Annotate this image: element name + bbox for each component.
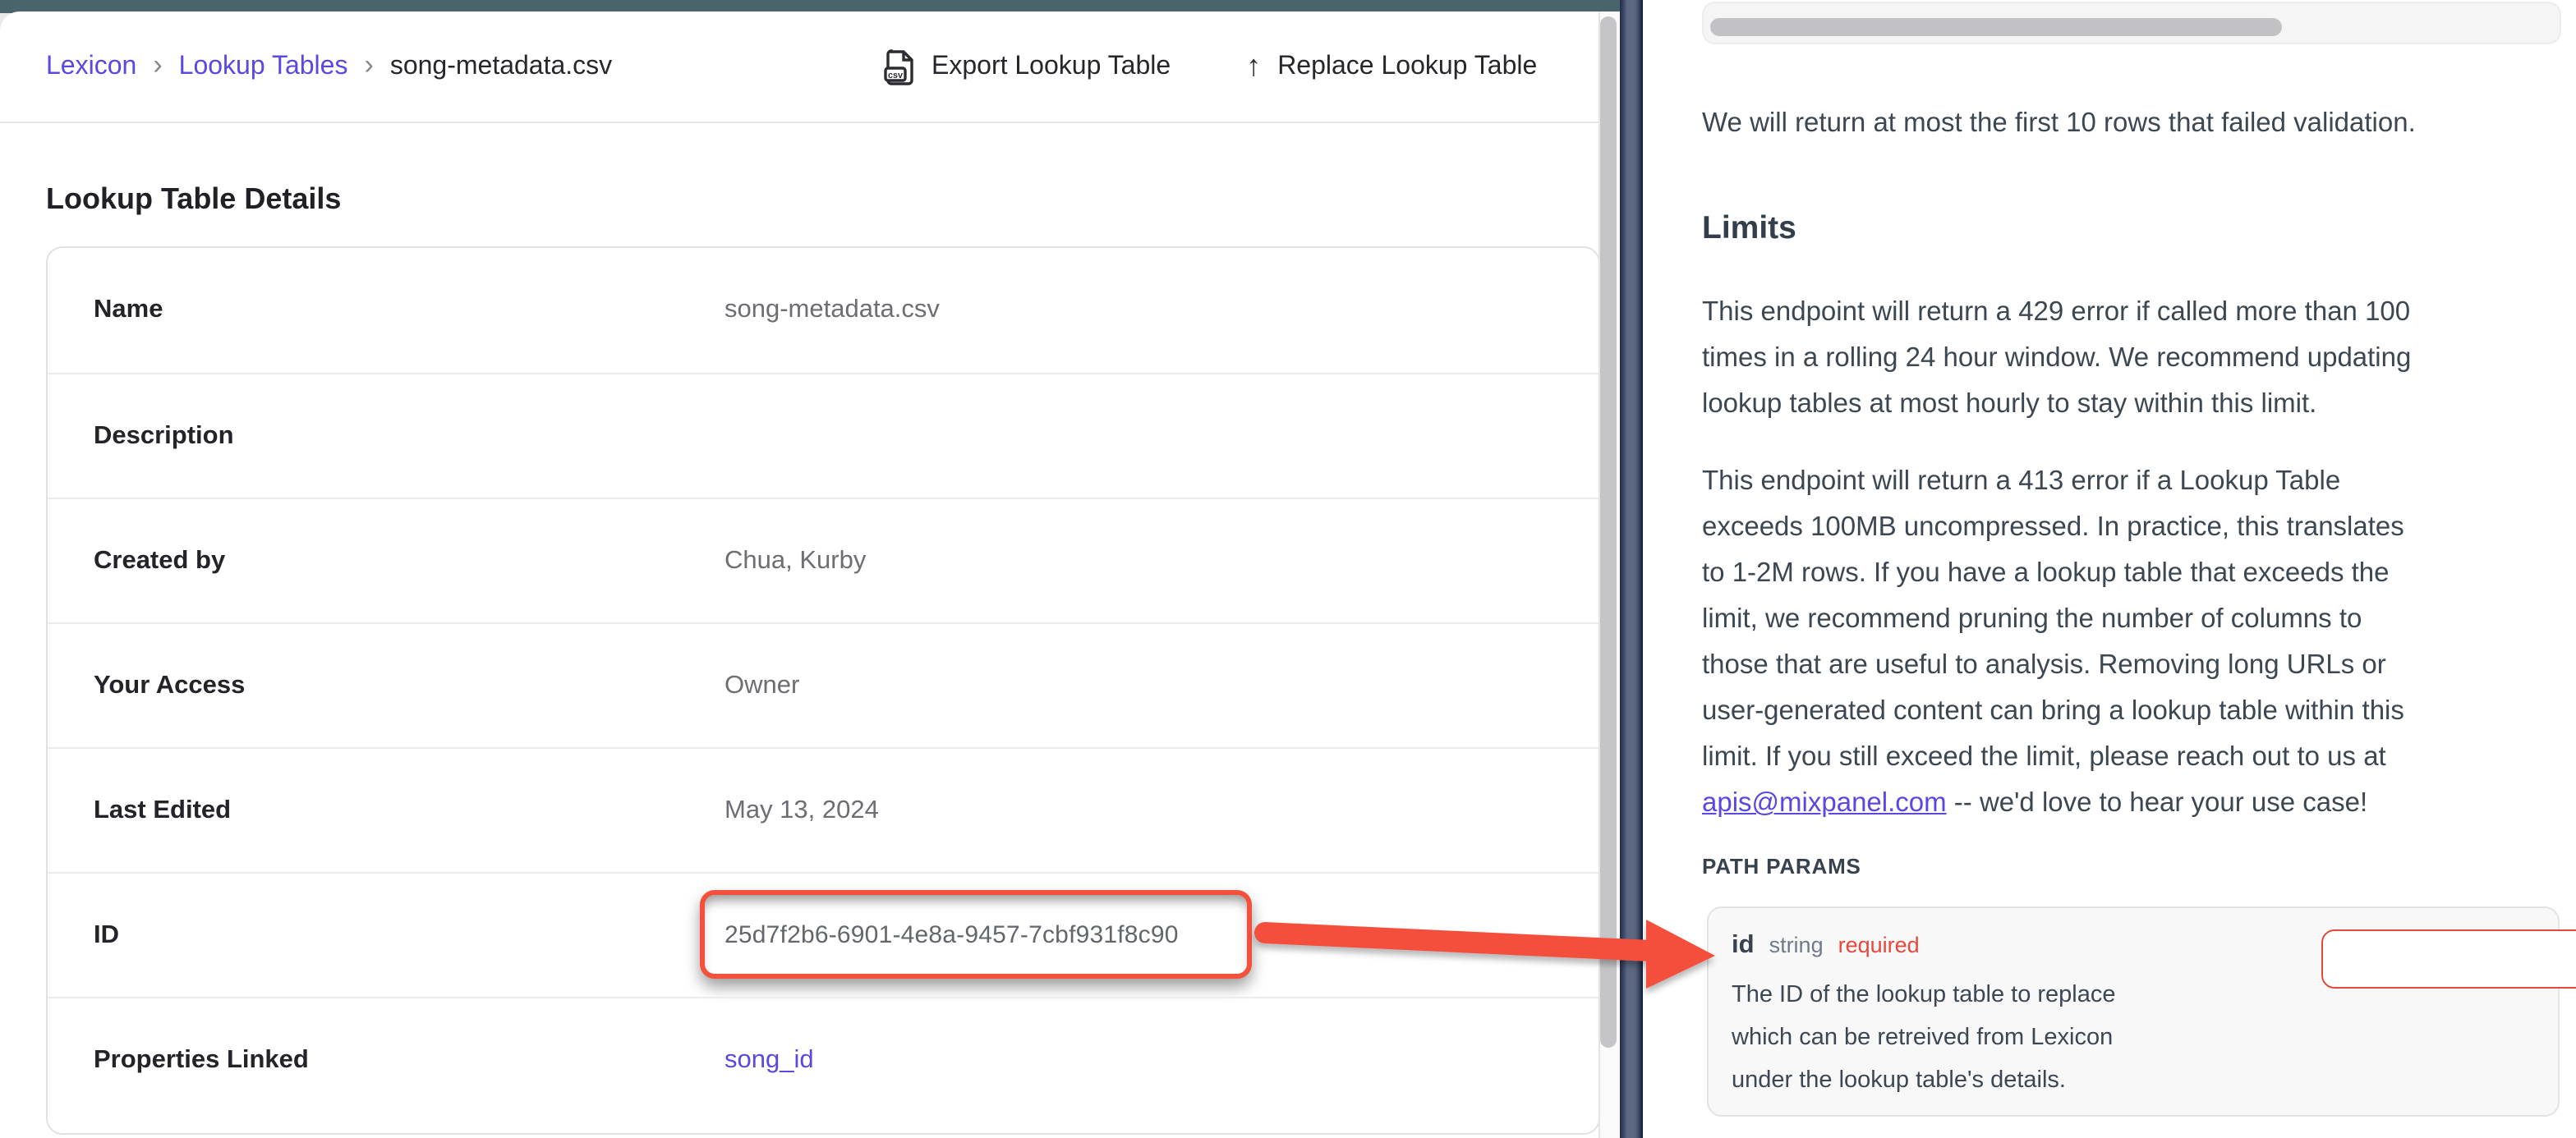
paragraph-line: under the lookup table's details.: [1732, 1059, 2241, 1102]
param-header: id string required: [1732, 931, 1920, 961]
row-label: Description: [94, 421, 724, 451]
paragraph-line: to 1-2M rows. If you have a lookup table…: [1702, 550, 2404, 596]
row-label: Properties Linked: [94, 1045, 724, 1075]
song-id-property-link[interactable]: song_id: [724, 1045, 814, 1075]
paragraph-line: times in a rolling 24 hour window. We re…: [1702, 335, 2411, 381]
paragraph-line: lookup tables at most hourly to stay wit…: [1702, 381, 2411, 427]
id-param-input[interactable]: [2321, 929, 2576, 989]
screenshot-root: Lexicon › Lookup Tables › song-metadata.…: [0, 0, 2576, 1138]
row-label: Name: [94, 296, 724, 325]
row-value: May 13, 2024: [724, 796, 879, 825]
detail-row-id: ID 25d7f2b6-6901-4e8a-9457-7cbf931f8c90: [48, 872, 1598, 997]
horizontal-scrollbar-thumb[interactable]: [1710, 18, 2282, 36]
docs-intro-line: We will return at most the first 10 rows…: [1702, 108, 2416, 140]
export-lookup-table-button[interactable]: csv Export Lookup Table: [884, 48, 1171, 85]
row-label: Your Access: [94, 671, 724, 700]
limits-paragraph-2: This endpoint will return a 413 error if…: [1702, 458, 2404, 826]
row-value: Chua, Kurby: [724, 546, 866, 576]
mixpanel-email-link[interactable]: apis@mixpanel.com: [1702, 788, 1947, 818]
paragraph-line: This endpoint will return a 429 error if…: [1702, 289, 2411, 335]
breadcrumb-link-lookup-tables[interactable]: Lookup Tables: [179, 52, 348, 81]
param-required-badge: required: [1838, 933, 1920, 957]
toolbar: csv Export Lookup Table ↑ Replace Lookup…: [884, 11, 1537, 122]
param-type: string: [1769, 933, 1824, 957]
red-highlight-annotation: 25d7f2b6-6901-4e8a-9457-7cbf931f8c90: [700, 890, 1252, 979]
paragraph-tail: -- we'd love to hear your use case!: [1947, 788, 2368, 818]
limits-paragraph-1: This endpoint will return a 429 error if…: [1702, 289, 2411, 427]
paragraph-line: limit. If you still exceed the limit, pl…: [1702, 734, 2404, 780]
id-param-card: id string required The ID of the lookup …: [1707, 906, 2560, 1117]
row-value: Owner: [724, 671, 799, 700]
paragraph-line: those that are useful to analysis. Remov…: [1702, 642, 2404, 688]
page-title: Lookup Table Details: [46, 182, 341, 217]
export-button-label: Export Lookup Table: [932, 52, 1171, 81]
csv-file-icon: csv: [884, 48, 915, 85]
replace-lookup-table-button[interactable]: ↑ Replace Lookup Table: [1246, 49, 1537, 84]
paragraph-line: apis@mixpanel.com -- we'd love to hear y…: [1702, 780, 2404, 826]
path-params-heading: PATH PARAMS: [1702, 854, 1861, 879]
row-value: song-metadata.csv: [724, 296, 940, 325]
svg-text:csv: csv: [888, 70, 903, 80]
chevron-right-icon: ›: [153, 51, 162, 79]
detail-row-your-access: Your Access Owner: [48, 622, 1598, 747]
detail-row-created-by: Created by Chua, Kurby: [48, 498, 1598, 622]
chevron-right-icon: ›: [364, 51, 373, 79]
paragraph-line: which can be retreived from Lexicon: [1732, 1016, 2241, 1059]
detail-row-properties-linked: Properties Linked song_id: [48, 997, 1598, 1122]
detail-row-last-edited: Last Edited May 13, 2024: [48, 747, 1598, 872]
row-label: ID: [94, 920, 724, 950]
lookup-table-id-value: 25d7f2b6-6901-4e8a-9457-7cbf931f8c90: [724, 920, 1179, 948]
detail-row-name: Name song-metadata.csv: [48, 248, 1598, 373]
paragraph-line: limit, we recommend pruning the number o…: [1702, 596, 2404, 642]
lookup-table-details-card: Name song-metadata.csv Description Creat…: [46, 246, 1600, 1135]
lexicon-window: Lexicon › Lookup Tables › song-metadata.…: [0, 11, 1620, 1138]
window-edge-divider: [1620, 0, 1643, 1138]
up-arrow-icon: ↑: [1246, 49, 1261, 84]
paragraph-line: The ID of the lookup table to replace: [1732, 974, 2241, 1016]
app-header: Lexicon › Lookup Tables › song-metadata.…: [0, 11, 1620, 123]
param-description: The ID of the lookup table to replace wh…: [1732, 974, 2241, 1102]
breadcrumb: Lexicon › Lookup Tables › song-metadata.…: [46, 52, 612, 81]
docs-panel: We will return at most the first 10 rows…: [1643, 0, 2576, 1138]
breadcrumb-link-lexicon[interactable]: Lexicon: [46, 52, 136, 81]
vertical-scrollbar-thumb[interactable]: [1600, 16, 1617, 1048]
limits-heading: Limits: [1702, 210, 1796, 248]
param-name: id: [1732, 931, 1755, 961]
paragraph-line: user-generated content can bring a looku…: [1702, 688, 2404, 734]
detail-row-description: Description: [48, 373, 1598, 498]
row-label: Last Edited: [94, 796, 724, 825]
paragraph-line: This endpoint will return a 413 error if…: [1702, 458, 2404, 504]
replace-button-label: Replace Lookup Table: [1277, 52, 1537, 81]
breadcrumb-current-file: song-metadata.csv: [390, 52, 612, 81]
row-label: Created by: [94, 546, 724, 576]
paragraph-line: exceeds 100MB uncompressed. In practice,…: [1702, 504, 2404, 550]
